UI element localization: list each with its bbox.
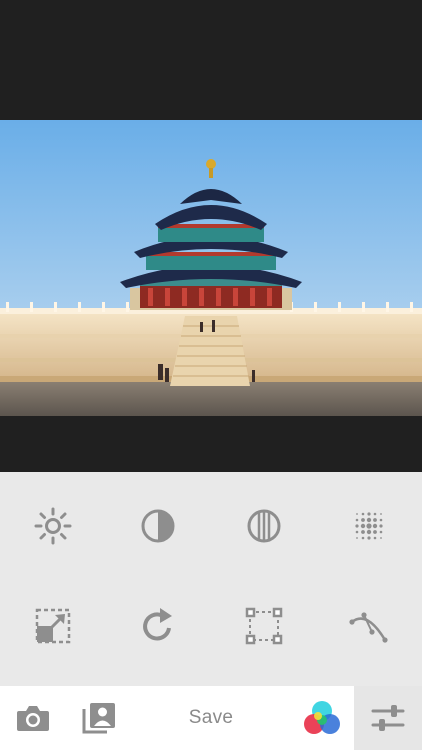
curves-tool[interactable] xyxy=(339,596,399,656)
saturation-tool[interactable] xyxy=(234,496,294,556)
adjustment-tools-panel xyxy=(0,472,422,686)
contrast-tool[interactable] xyxy=(128,496,188,556)
camera-button[interactable] xyxy=(10,686,56,750)
crop-resize-icon xyxy=(35,608,71,644)
adjust-tab[interactable] xyxy=(354,686,422,750)
brightness-icon xyxy=(34,507,72,545)
save-button[interactable]: Save xyxy=(170,686,252,750)
adjust-button[interactable] xyxy=(354,686,422,750)
vignette-icon xyxy=(355,512,383,540)
gallery-button[interactable] xyxy=(76,686,122,750)
rotate-icon xyxy=(143,608,172,641)
temple-photo xyxy=(0,120,422,416)
color-filters-icon xyxy=(304,701,340,734)
photo-preview[interactable] xyxy=(0,120,422,416)
perspective-icon xyxy=(245,607,283,645)
camera-icon xyxy=(17,706,49,731)
adjust-sliders-icon xyxy=(371,705,405,731)
color-filters-button[interactable] xyxy=(298,686,346,750)
brightness-tool[interactable] xyxy=(23,496,83,556)
gallery-icon xyxy=(82,703,115,734)
contrast-icon xyxy=(141,509,175,543)
saturation-icon xyxy=(247,509,281,543)
crop-tool[interactable] xyxy=(23,596,83,656)
save-label: Save xyxy=(188,707,234,728)
rotate-tool[interactable] xyxy=(128,596,188,656)
bottom-toolbar: Save xyxy=(0,686,422,750)
editor-canvas xyxy=(0,0,422,472)
perspective-tool[interactable] xyxy=(234,596,294,656)
photo-editor-app: Save xyxy=(0,0,422,750)
curves-icon xyxy=(349,612,388,643)
vignette-tool[interactable] xyxy=(339,496,399,556)
